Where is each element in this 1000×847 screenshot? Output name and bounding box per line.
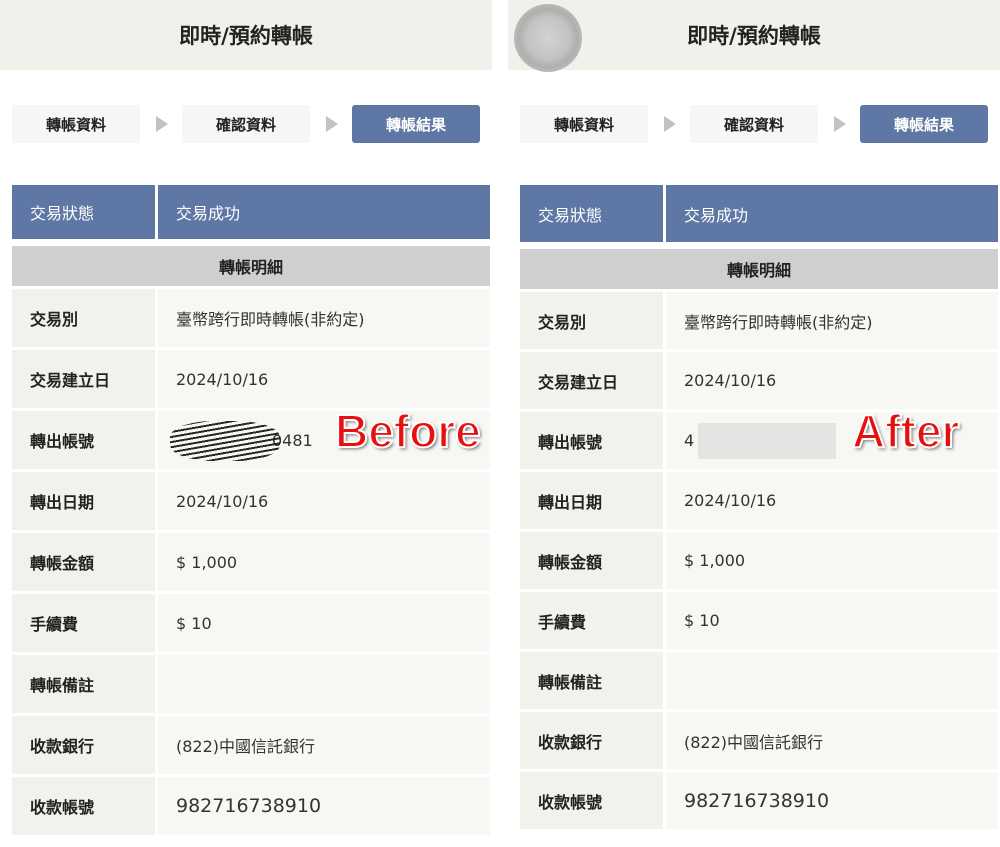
row-label: 交易建立日 <box>12 350 155 411</box>
row-label: 交易別 <box>12 289 155 350</box>
arrow-right-icon <box>326 116 338 132</box>
table-row: 交易別 臺幣跨行即時轉帳(非約定) <box>520 292 998 352</box>
row-value: 2024/10/16 <box>684 371 777 390</box>
arrow-right-icon <box>834 116 846 132</box>
value-cell <box>666 652 998 712</box>
status-value: 交易成功 <box>158 185 490 242</box>
masked-account: 4 <box>684 431 695 450</box>
table-row: 收款帳號 982716738910 <box>520 772 998 832</box>
status-label: 交易狀態 <box>12 185 155 242</box>
table-row: 轉帳備註 <box>12 655 490 716</box>
row-value: $ 1,000 <box>684 551 746 570</box>
table-row: 轉帳金額 $ 1,000 <box>520 532 998 592</box>
value-cell: (822)中國信託銀行 <box>158 716 490 777</box>
value-cell: 2024/10/16 <box>666 472 998 532</box>
step-3: 轉帳結果 <box>860 105 988 143</box>
row-value: $ 10 <box>684 611 720 630</box>
step-3: 轉帳結果 <box>352 105 480 143</box>
table-row: 收款銀行 (822)中國信託銀行 <box>12 716 490 777</box>
step-indicator: 轉帳資料 確認資料 轉帳結果 <box>508 105 1000 143</box>
row-value: (822)中國信託銀行 <box>176 737 316 756</box>
status-value: 交易成功 <box>666 185 998 245</box>
row-value: $ 1,000 <box>176 552 238 572</box>
table-row: 手續費 $ 10 <box>12 594 490 655</box>
row-value: 2024/10/16 <box>176 369 269 389</box>
value-cell: (822)中國信託銀行 <box>666 712 998 772</box>
step-2: 確認資料 <box>690 105 818 143</box>
section-title: 轉帳明細 <box>12 246 490 286</box>
touch-indicator <box>514 4 582 72</box>
section-title: 轉帳明細 <box>520 249 998 289</box>
value-cell: $ 10 <box>158 594 490 655</box>
arrow-right-icon <box>664 116 676 132</box>
value-cell: 臺幣跨行即時轉帳(非約定) <box>158 289 490 350</box>
header: 即時/預約轉帳 <box>508 0 1000 72</box>
row-label: 交易建立日 <box>520 352 663 412</box>
arrow-right-icon <box>156 116 168 132</box>
status-row: 交易狀態 交易成功 <box>520 185 998 245</box>
row-label: 交易別 <box>520 292 663 352</box>
after-label: After <box>851 404 960 458</box>
table-row: 轉帳金額 $ 1,000 <box>12 533 490 594</box>
table-row: 收款銀行 (822)中國信託銀行 <box>520 712 998 772</box>
row-label: 轉帳金額 <box>520 532 663 592</box>
value-cell: $ 10 <box>666 592 998 652</box>
table-row: 交易建立日 2024/10/16 <box>520 352 998 412</box>
table-row: 收款帳號 982716738910 <box>12 777 490 838</box>
redaction-blur <box>698 422 837 459</box>
table-row: 手續費 $ 10 <box>520 592 998 652</box>
row-label: 轉帳備註 <box>520 652 663 712</box>
value-cell: 臺幣跨行即時轉帳(非約定) <box>666 292 998 352</box>
header: 即時/預約轉帳 <box>0 0 492 70</box>
row-label: 轉帳備註 <box>12 655 155 716</box>
row-label: 收款帳號 <box>12 777 155 838</box>
row-value: 982716738910 <box>684 789 830 812</box>
status-row: 交易狀態 交易成功 <box>12 185 490 242</box>
value-cell: $ 1,000 <box>158 533 490 594</box>
row-value: 2024/10/16 <box>176 491 269 511</box>
table-row: 轉出日期 2024/10/16 <box>520 472 998 532</box>
row-value: (822)中國信託銀行 <box>684 732 824 752</box>
table-row: 轉出日期 2024/10/16 <box>12 472 490 533</box>
row-value: $ 10 <box>176 613 212 633</box>
page-title: 即時/預約轉帳 <box>687 24 821 48</box>
value-cell: 2024/10/16 <box>158 472 490 533</box>
result-table: 交易狀態 交易成功 轉帳明細 交易別 臺幣跨行即時轉帳(非約定) 交易建立日 2024/10… <box>12 185 490 838</box>
row-value: 臺幣跨行即時轉帳(非約定) <box>684 312 873 332</box>
value-cell <box>158 655 490 716</box>
step-1: 轉帳資料 <box>520 105 648 143</box>
status-label: 交易狀態 <box>520 185 663 245</box>
page-title: 即時/預約轉帳 <box>179 24 313 48</box>
before-label: Before <box>334 404 482 458</box>
row-label: 轉出日期 <box>520 472 663 532</box>
redaction-scribble <box>170 421 280 461</box>
row-label: 收款銀行 <box>12 716 155 777</box>
value-cell: 982716738910 <box>158 777 490 838</box>
value-cell: $ 1,000 <box>666 532 998 592</box>
row-label: 轉出日期 <box>12 472 155 533</box>
row-label: 手續費 <box>520 592 663 652</box>
row-label: 收款帳號 <box>520 772 663 832</box>
row-label: 手續費 <box>12 594 155 655</box>
row-value: 982716738910 <box>176 795 322 817</box>
row-value: 2024/10/16 <box>684 491 777 510</box>
step-2: 確認資料 <box>182 105 310 143</box>
table-row: 交易別 臺幣跨行即時轉帳(非約定) <box>12 289 490 350</box>
row-label: 轉帳金額 <box>12 533 155 594</box>
row-label: 轉出帳號 <box>520 412 663 472</box>
table-row: 轉帳備註 <box>520 652 998 712</box>
step-indicator: 轉帳資料 確認資料 轉帳結果 <box>0 105 492 143</box>
value-cell: 982716738910 <box>666 772 998 832</box>
row-label: 轉出帳號 <box>12 411 155 472</box>
table-row: 交易建立日 2024/10/16 <box>12 350 490 411</box>
result-table: 交易狀態 交易成功 轉帳明細 交易別 臺幣跨行即時轉帳(非約定) 交易建立日 2024/10… <box>520 185 998 832</box>
row-label: 收款銀行 <box>520 712 663 772</box>
step-1: 轉帳資料 <box>12 105 140 143</box>
row-value: 臺幣跨行即時轉帳(非約定) <box>176 310 365 329</box>
value-cell: 2024/10/16 <box>666 352 998 412</box>
value-cell: 2024/10/16 <box>158 350 490 411</box>
